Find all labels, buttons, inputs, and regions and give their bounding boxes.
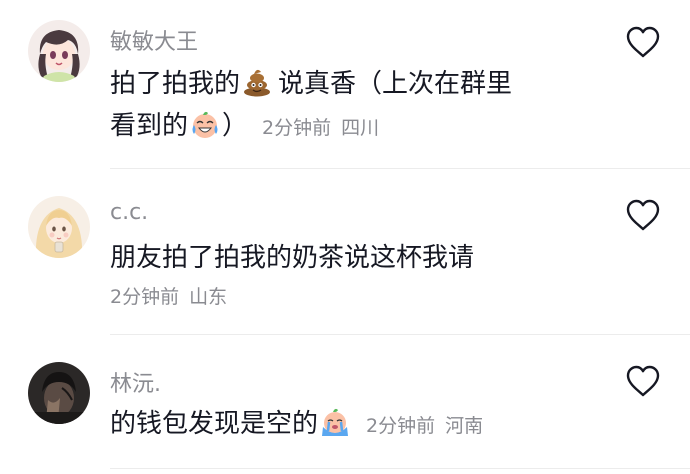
heart-outline-icon xyxy=(626,26,660,58)
comment-location: 四川 xyxy=(341,117,380,139)
crying-emoji-icon xyxy=(320,407,350,437)
comment-username[interactable]: 林沅. xyxy=(110,366,161,398)
heart-outline-icon xyxy=(626,365,660,397)
comment-divider xyxy=(110,334,690,335)
comment-location: 山东 xyxy=(189,286,228,308)
comment-text: 拍了拍我的 说真香（上次在群里 xyxy=(110,66,512,102)
heart-outline-icon xyxy=(626,199,660,231)
comment-text-segment: 朋友拍了拍我的奶茶说这杯我请 xyxy=(110,243,475,273)
like-button[interactable] xyxy=(625,25,661,59)
comment-divider xyxy=(110,168,690,169)
comment-text-segment: 的钱包发现是空的 xyxy=(110,409,319,439)
like-button[interactable] xyxy=(625,198,661,232)
comment-text: 朋友拍了拍我的奶茶说这杯我请 xyxy=(110,240,474,276)
comment-time: 2分钟前 xyxy=(110,286,180,308)
comment-meta: 2分钟前 山东 xyxy=(110,282,227,309)
comment-time: 2分钟前 xyxy=(366,415,436,437)
comment-divider xyxy=(110,468,690,469)
laughing-crying-emoji-icon xyxy=(190,109,220,139)
comment-text-segment: 说真香（上次在群里 xyxy=(278,69,513,99)
avatar[interactable] xyxy=(28,20,90,82)
comment-time: 2分钟前 xyxy=(262,117,332,139)
like-button[interactable] xyxy=(625,364,661,398)
comment-text: 看到的 ） 2分钟前 四川 xyxy=(110,108,379,146)
avatar[interactable] xyxy=(28,362,90,424)
comment-text-segment: 看到的 xyxy=(110,111,189,141)
comment-location: 河南 xyxy=(445,415,484,437)
poop-emoji-icon xyxy=(242,67,272,97)
comment-text-segment: ） xyxy=(222,111,249,141)
avatar[interactable] xyxy=(28,196,90,258)
comment-text: 的钱包发现是空的 2分钟前 河南 xyxy=(110,406,483,444)
comment-text-segment: 拍了拍我的 xyxy=(110,69,241,99)
comment-username[interactable]: 敏敏大王 xyxy=(110,24,198,56)
comment-username[interactable]: c.c. xyxy=(110,200,148,225)
